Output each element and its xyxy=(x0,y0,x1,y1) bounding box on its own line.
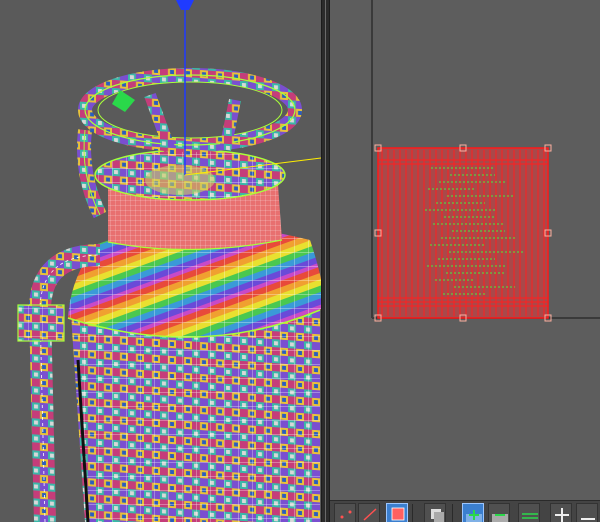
perspective-viewport[interactable] xyxy=(0,0,321,522)
uv-canvas xyxy=(371,0,600,322)
edge-mode-icon xyxy=(363,508,377,521)
align-horizontal-icon xyxy=(522,513,538,519)
element-mode-button[interactable] xyxy=(424,503,446,522)
edge-mode-button[interactable] xyxy=(358,503,380,522)
uv-unwrap-workspace xyxy=(0,0,600,522)
move-uv-button[interactable] xyxy=(462,503,484,522)
face-mode-icon xyxy=(391,507,405,521)
viewport-canvas xyxy=(17,0,321,522)
zoom-out-icon xyxy=(581,518,595,520)
pan-icon xyxy=(555,508,569,522)
viewport-splitter[interactable] xyxy=(321,0,330,522)
align-horizontal-button[interactable] xyxy=(518,503,540,522)
uv-editor-toolbar xyxy=(330,500,600,522)
remove-uv-button[interactable] xyxy=(488,503,510,522)
z-axis-arrow-icon xyxy=(176,0,194,10)
element-mode-icon xyxy=(431,509,444,522)
face-mode-button[interactable] xyxy=(386,503,408,522)
vertex-mode-icon xyxy=(340,510,352,519)
pan-button[interactable] xyxy=(550,503,572,522)
toolbar-divider xyxy=(412,504,413,522)
remove-uv-icon xyxy=(492,514,508,522)
uv-island-selected[interactable] xyxy=(374,144,552,322)
toolbar-divider xyxy=(452,504,453,522)
vertex-mode-button[interactable] xyxy=(334,503,356,522)
valve-collar xyxy=(94,149,286,201)
zoom-out-button[interactable] xyxy=(576,503,598,522)
uv-editor-viewport[interactable] xyxy=(330,0,600,500)
move-uv-icon xyxy=(466,510,482,522)
